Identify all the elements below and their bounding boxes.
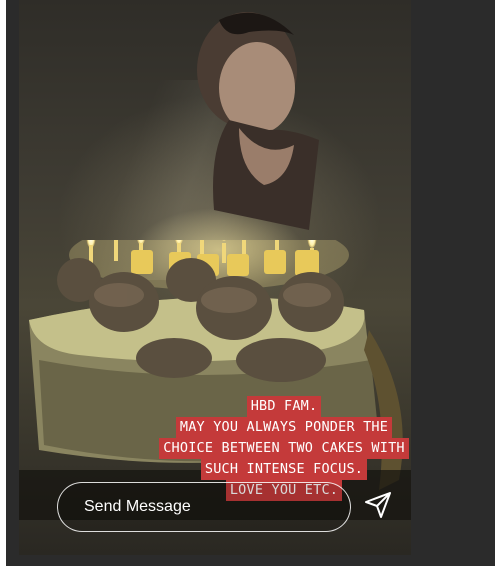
caption-line-4: SUCH INTENSE FOCUS. [200,459,368,480]
paper-plane-icon[interactable] [363,490,393,520]
story-photo[interactable]: HBD FAM. MAY YOU ALWAYS PONDER THE CHOIC… [19,0,411,555]
caption-line-2: MAY YOU ALWAYS PONDER THE [175,417,393,438]
send-message-placeholder: Send Message [84,498,191,515]
send-message-input[interactable]: Send Message [57,482,351,532]
caption-line-3: CHOICE BETWEEN TWO CAKES WITH [159,438,409,459]
caption-line-1: HBD FAM. [246,396,322,417]
story-viewer-frame: HBD FAM. MAY YOU ALWAYS PONDER THE CHOIC… [6,0,495,566]
person-figure [197,12,319,230]
